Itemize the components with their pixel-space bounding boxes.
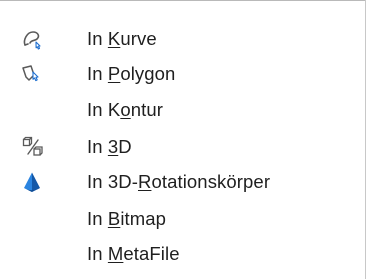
3d-convert-icon xyxy=(21,136,43,158)
menu-item-label: In Kontur xyxy=(87,99,163,120)
menu-border-top xyxy=(0,0,366,1)
menu-item-label: In MetaFile xyxy=(87,243,180,264)
menu-item-label: In Bitmap xyxy=(87,208,167,229)
menu-item-label: In Kurve xyxy=(87,28,157,49)
menu-item-in-3d-rotationskoerper[interactable]: In 3D-Rotationskörper xyxy=(0,163,365,201)
curve-icon xyxy=(21,28,43,50)
cone-3d-icon xyxy=(21,171,43,193)
context-submenu: In Kurve In Polygon In Kontur In 3D In 3… xyxy=(0,0,366,279)
menu-item-label: In 3D xyxy=(87,136,132,157)
polygon-icon xyxy=(21,63,43,85)
menu-item-in-kontur[interactable]: In Kontur xyxy=(0,91,365,129)
menu-item-in-3d[interactable]: In 3D xyxy=(0,128,365,166)
menu-item-in-metafile[interactable]: In MetaFile xyxy=(0,235,365,273)
menu-item-in-bitmap[interactable]: In Bitmap xyxy=(0,200,365,238)
menu-item-label: In Polygon xyxy=(87,63,176,84)
menu-item-in-polygon[interactable]: In Polygon xyxy=(0,55,365,93)
menu-item-in-kurve[interactable]: In Kurve xyxy=(0,20,365,58)
menu-item-label: In 3D-Rotationskörper xyxy=(87,171,271,192)
